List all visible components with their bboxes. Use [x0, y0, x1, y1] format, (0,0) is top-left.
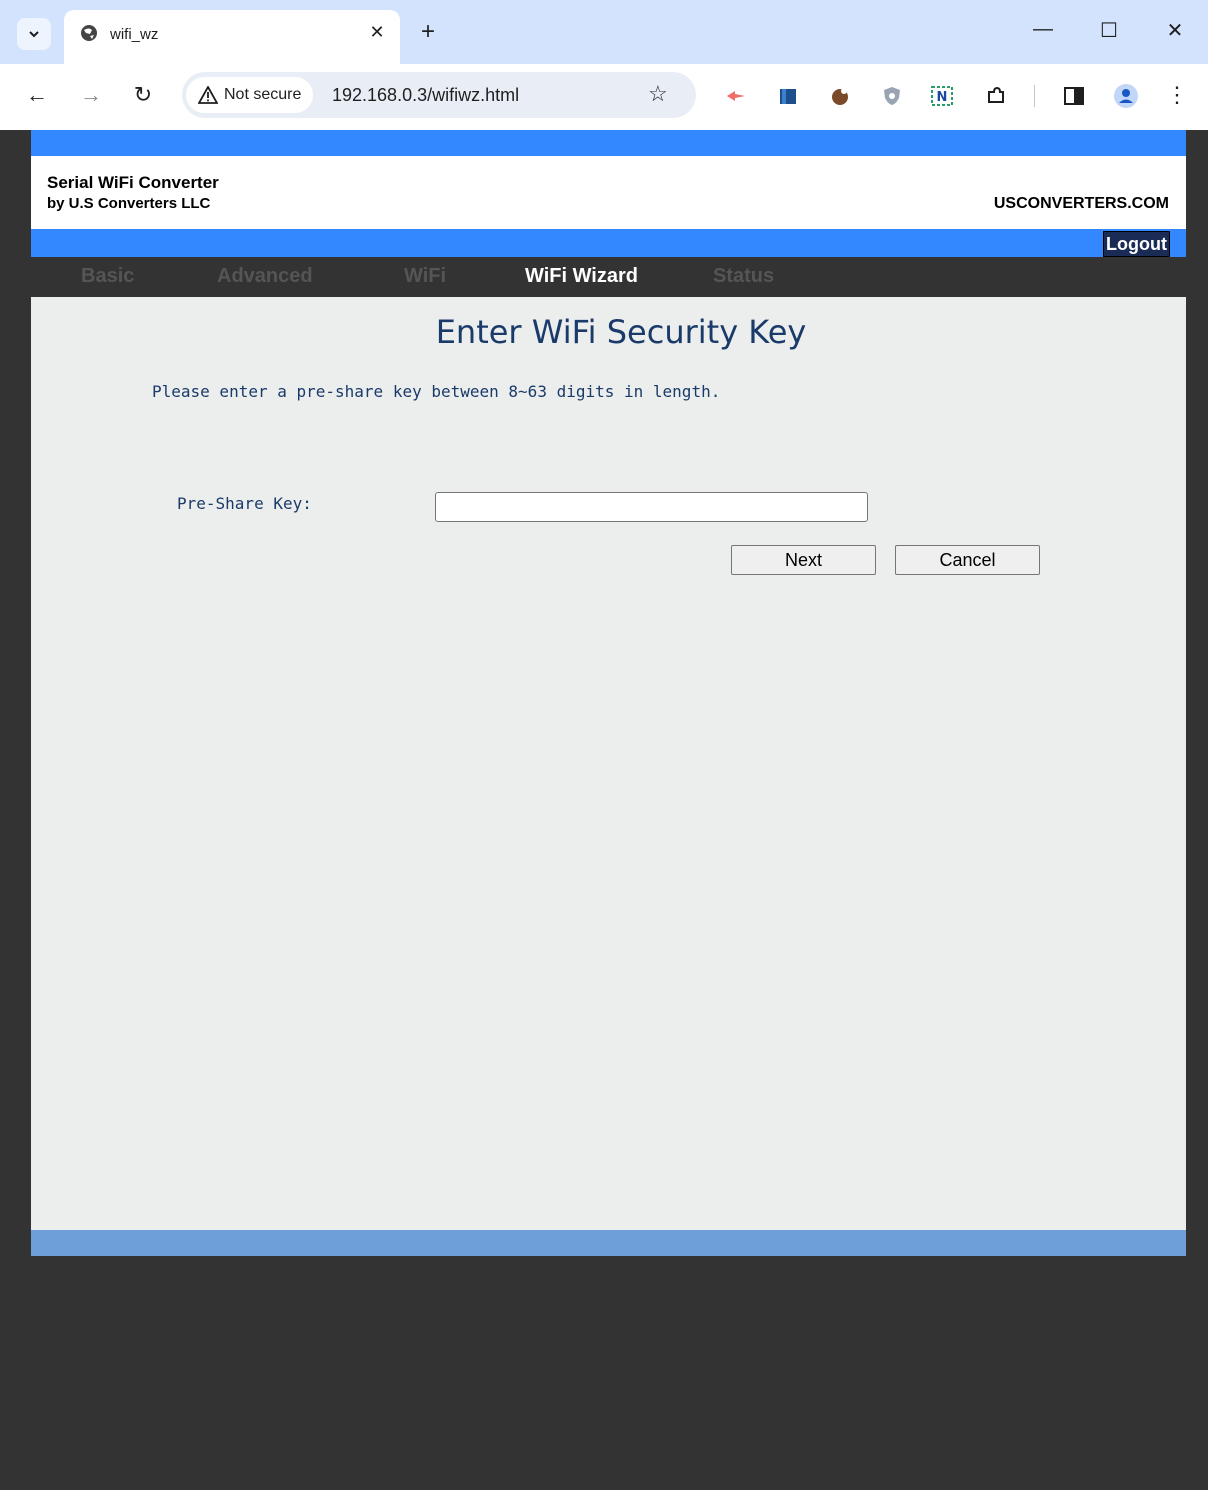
svg-text:N: N	[937, 90, 948, 105]
security-label: Not secure	[224, 86, 302, 103]
top-blue-bar	[31, 130, 1186, 156]
tab-strip: wifi_wz ✕ + — ☐ ✕	[0, 0, 1208, 64]
extension-n-icon[interactable]: N	[930, 84, 954, 108]
new-tab-button[interactable]: +	[414, 18, 442, 46]
site-name: USCONVERTERS.COM	[993, 195, 1169, 212]
forward-button[interactable]: →	[76, 82, 106, 108]
footer-bar	[31, 1230, 1186, 1256]
extension-cookie-icon[interactable]	[828, 84, 852, 108]
nav-item-advanced[interactable]: Advanced	[217, 265, 313, 288]
chevron-down-icon	[29, 31, 39, 38]
browser-chrome: wifi_wz ✕ + — ☐ ✕ ← → ↻ Not secure 192.1…	[0, 0, 1208, 130]
instruction-text: Please enter a pre-share key between 8~6…	[152, 382, 721, 401]
nav-item-wifi-wizard[interactable]: WiFi Wizard	[525, 265, 638, 288]
cancel-button[interactable]: Cancel	[895, 545, 1040, 575]
menu-kebab-icon[interactable]: ⋮	[1162, 82, 1192, 108]
profile-avatar-icon[interactable]	[1114, 84, 1138, 108]
product-title: Serial WiFi Converter	[47, 173, 219, 192]
web-page: Serial WiFi Converter by U.S Converters …	[31, 130, 1186, 1256]
browser-toolbar: ← → ↻ Not secure 192.168.0.3/wifiwz.html…	[0, 64, 1208, 130]
extension-arrow-icon[interactable]	[724, 84, 748, 108]
extension-book-icon[interactable]	[776, 84, 800, 108]
page-title: Enter WiFi Security Key	[435, 313, 807, 351]
security-indicator[interactable]: Not secure	[186, 77, 314, 113]
wizard-content: Enter WiFi Security Key Please enter a p…	[31, 297, 1186, 1230]
address-bar[interactable]: Not secure 192.168.0.3/wifiwz.html ☆	[182, 72, 696, 118]
url-text[interactable]: 192.168.0.3/wifiwz.html	[332, 85, 519, 106]
bookmark-star-icon[interactable]: ☆	[648, 81, 668, 107]
globe-icon	[81, 25, 97, 41]
pre-share-key-label: Pre-Share Key:	[177, 494, 312, 513]
tab-search-button[interactable]	[17, 18, 51, 50]
close-window-button[interactable]: ✕	[1160, 18, 1190, 43]
minimize-button[interactable]: —	[1028, 18, 1058, 41]
main-nav: Basic Advanced WiFi WiFi Wizard Status	[31, 257, 1186, 297]
browser-tab[interactable]: wifi_wz ✕	[64, 10, 400, 64]
back-button[interactable]: ←	[22, 82, 52, 108]
tab-title: wifi_wz	[110, 26, 159, 43]
reload-button[interactable]: ↻	[128, 82, 158, 108]
product-subtitle: by U.S Converters LLC	[47, 195, 211, 212]
warning-icon	[198, 86, 218, 104]
next-button[interactable]: Next	[731, 545, 876, 575]
logout-button[interactable]: Logout	[1103, 231, 1170, 257]
extension-shield-icon[interactable]	[880, 84, 904, 108]
toolbar-separator	[1034, 85, 1035, 107]
maximize-button[interactable]: ☐	[1094, 18, 1124, 43]
site-header: Serial WiFi Converter by U.S Converters …	[31, 156, 1186, 229]
nav-item-wifi[interactable]: WiFi	[404, 265, 446, 288]
side-panel-icon[interactable]	[1062, 84, 1086, 108]
pre-share-key-input[interactable]	[435, 492, 868, 522]
logout-bar: Logout	[31, 229, 1186, 257]
extensions-puzzle-icon[interactable]	[984, 84, 1008, 108]
nav-item-status[interactable]: Status	[713, 265, 774, 288]
close-tab-icon[interactable]: ✕	[366, 22, 388, 43]
nav-item-basic[interactable]: Basic	[81, 265, 134, 288]
